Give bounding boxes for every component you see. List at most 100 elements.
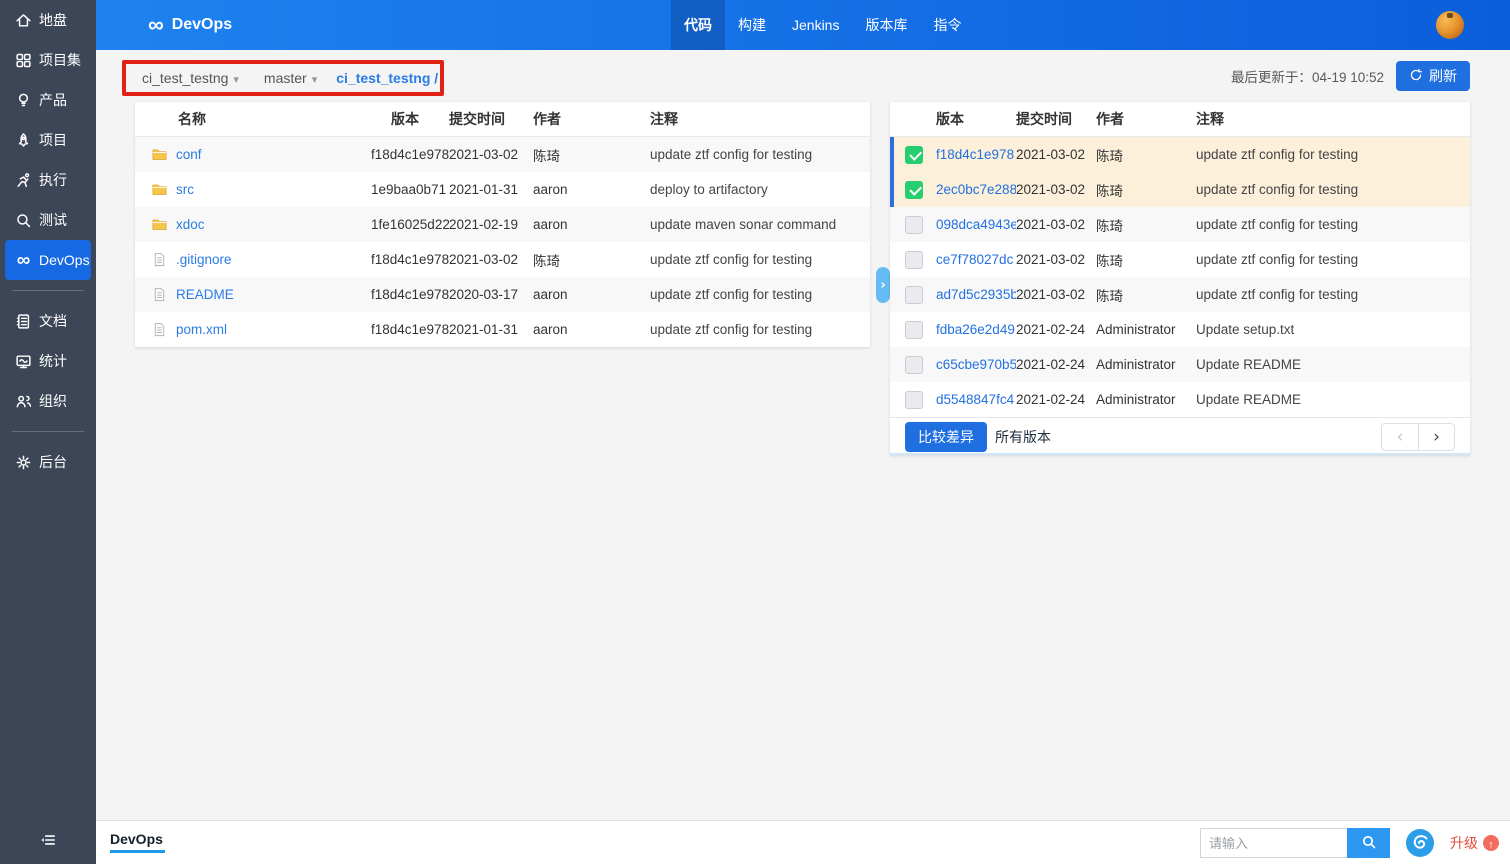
revision-link[interactable]: 098dca4943e	[936, 217, 1016, 232]
search-button[interactable]	[1347, 828, 1390, 858]
nav-tab[interactable]: 代码	[671, 0, 725, 50]
file-author: 陈琦	[533, 250, 650, 270]
sidebar-item-label: 项目	[39, 130, 67, 150]
upgrade-badge: ↑	[1483, 835, 1499, 851]
sidebar-item[interactable]: 执行	[0, 160, 96, 200]
file-author: aaron	[533, 217, 650, 232]
revision-checkbox[interactable]	[905, 321, 923, 339]
sidebar-item[interactable]: 后台	[0, 442, 96, 482]
file-commit-date: 2021-01-31	[449, 182, 533, 197]
file-row[interactable]: .gitignore f18d4c1e978 2021-03-02 陈琦 upd…	[135, 242, 870, 277]
revision-link[interactable]: fdba26e2d49	[936, 322, 1016, 337]
current-path-link[interactable]: ci_test_testng /	[326, 70, 438, 86]
file-name-link[interactable]: xdoc	[176, 217, 205, 232]
nav-tab[interactable]: 构建	[725, 0, 779, 50]
prev-page-button[interactable]: ‹	[1382, 424, 1418, 450]
file-version: f18d4c1e978	[371, 252, 449, 267]
file-version: 1e9baa0b71	[371, 182, 449, 197]
panel-expand-handle[interactable]: ›	[876, 267, 890, 303]
nav-tab[interactable]: 版本库	[852, 0, 920, 50]
sidebar-item[interactable]: 组织	[0, 381, 96, 421]
revision-checkbox[interactable]	[905, 146, 923, 164]
revision-checkbox[interactable]	[905, 391, 923, 409]
revision-link[interactable]: d5548847fc4	[936, 392, 1016, 407]
search-icon	[15, 212, 32, 229]
revision-checkbox[interactable]	[905, 251, 923, 269]
revision-link[interactable]: 2ec0bc7e288	[936, 182, 1016, 197]
revision-checkbox[interactable]	[905, 286, 923, 304]
file-comment: update maven sonar command	[650, 217, 870, 232]
zentao-logo-icon	[1405, 828, 1435, 858]
file-name-link[interactable]: pom.xml	[176, 322, 227, 337]
upgrade-link[interactable]: 升级 ↑	[1450, 833, 1499, 853]
revision-link[interactable]: ad7d5c2935b	[936, 287, 1016, 302]
file-name-link[interactable]: conf	[176, 147, 202, 162]
next-page-button[interactable]: ›	[1418, 424, 1454, 450]
branch-select[interactable]: master ▾	[248, 70, 326, 86]
sidebar-item[interactable]: 文档	[0, 301, 96, 341]
refresh-button[interactable]: 刷新	[1396, 61, 1470, 91]
sidebar-item[interactable]: 统计	[0, 341, 96, 381]
revision-date: 2021-03-02	[1016, 217, 1096, 232]
compare-diff-button[interactable]: 比较差异	[905, 422, 987, 452]
sidebar-item[interactable]: ∞ DevOps	[5, 240, 91, 280]
file-name-link[interactable]: src	[176, 182, 194, 197]
nav-tab[interactable]: 指令	[920, 0, 974, 50]
search-input[interactable]	[1200, 828, 1347, 858]
revision-link[interactable]: c65cbe970b5	[936, 357, 1016, 372]
collapse-sidebar-button[interactable]	[0, 826, 96, 856]
revision-row[interactable]: d5548847fc4 2021-02-24 Administrator Upd…	[890, 382, 1470, 417]
footer-devops-link[interactable]: DevOps	[110, 831, 163, 847]
file-version: f18d4c1e978	[371, 322, 449, 337]
sidebar-item[interactable]: 地盘	[0, 0, 96, 40]
nav-tab[interactable]: Jenkins	[779, 0, 852, 50]
folder-icon	[152, 217, 167, 232]
col-comment: 注释	[650, 109, 870, 129]
revision-checkbox[interactable]	[905, 356, 923, 374]
revision-date: 2021-03-02	[1016, 287, 1096, 302]
file-name-link[interactable]: README	[176, 287, 234, 302]
sidebar-item[interactable]	[12, 290, 84, 291]
main-content: ci_test_testng ▾ master ▾ ci_test_testng…	[96, 50, 1510, 820]
file-row[interactable]: xdoc 1fe16025d22 2021-02-19 aaron update…	[135, 207, 870, 242]
user-avatar[interactable]	[1436, 11, 1464, 39]
stats-icon	[15, 353, 32, 370]
revision-row[interactable]: fdba26e2d49 2021-02-24 Administrator Upd…	[890, 312, 1470, 347]
magnifier-icon	[1361, 834, 1377, 853]
revision-link[interactable]: f18d4c1e978	[936, 147, 1016, 162]
home-icon	[15, 12, 32, 29]
sidebar-item[interactable]: 产品	[0, 80, 96, 120]
file-version: f18d4c1e978	[371, 147, 449, 162]
revision-row[interactable]: ce7f78027dc 2021-03-02 陈琦 update ztf con…	[890, 242, 1470, 277]
file-comment: deploy to artifactory	[650, 182, 870, 197]
file-row[interactable]: conf f18d4c1e978 2021-03-02 陈琦 update zt…	[135, 137, 870, 172]
zentao-logo[interactable]	[1405, 828, 1435, 858]
revision-table-body: f18d4c1e978 2021-03-02 陈琦 update ztf con…	[890, 137, 1470, 417]
revision-row[interactable]: f18d4c1e978 2021-03-02 陈琦 update ztf con…	[890, 137, 1470, 172]
sidebar-item[interactable]: 项目	[0, 120, 96, 160]
repo-select[interactable]: ci_test_testng ▾	[126, 70, 248, 86]
col-version: 版本	[371, 109, 449, 129]
file-commit-date: 2021-03-02	[449, 252, 533, 267]
revision-checkbox[interactable]	[905, 181, 923, 199]
folder-icon	[152, 182, 167, 197]
file-row[interactable]: src 1e9baa0b71 2021-01-31 aaron deploy t…	[135, 172, 870, 207]
revision-link[interactable]: ce7f78027dc	[936, 252, 1016, 267]
revision-comment: update ztf config for testing	[1196, 252, 1470, 267]
revision-row[interactable]: c65cbe970b5 2021-02-24 Administrator Upd…	[890, 347, 1470, 382]
revision-row[interactable]: 098dca4943e 2021-03-02 陈琦 update ztf con…	[890, 207, 1470, 242]
devops-brand[interactable]: ∞ DevOps	[148, 14, 232, 37]
sidebar-item[interactable]: 项目集	[0, 40, 96, 80]
revision-date: 2021-02-24	[1016, 357, 1096, 372]
file-row[interactable]: pom.xml f18d4c1e978 2021-01-31 aaron upd…	[135, 312, 870, 347]
sidebar-item[interactable]	[12, 431, 84, 432]
revision-checkbox[interactable]	[905, 216, 923, 234]
all-versions-link[interactable]: 所有版本	[995, 427, 1051, 447]
last-updated-time: 04-19 10:52	[1312, 70, 1384, 85]
footer: DevOps 升级 ↑	[96, 820, 1510, 864]
revision-row[interactable]: 2ec0bc7e288 2021-03-02 陈琦 update ztf con…	[890, 172, 1470, 207]
file-name-link[interactable]: .gitignore	[176, 252, 232, 267]
revision-row[interactable]: ad7d5c2935b 2021-03-02 陈琦 update ztf con…	[890, 277, 1470, 312]
file-row[interactable]: README f18d4c1e978 2020-03-17 aaron upda…	[135, 277, 870, 312]
sidebar-item[interactable]: 测试	[0, 200, 96, 240]
